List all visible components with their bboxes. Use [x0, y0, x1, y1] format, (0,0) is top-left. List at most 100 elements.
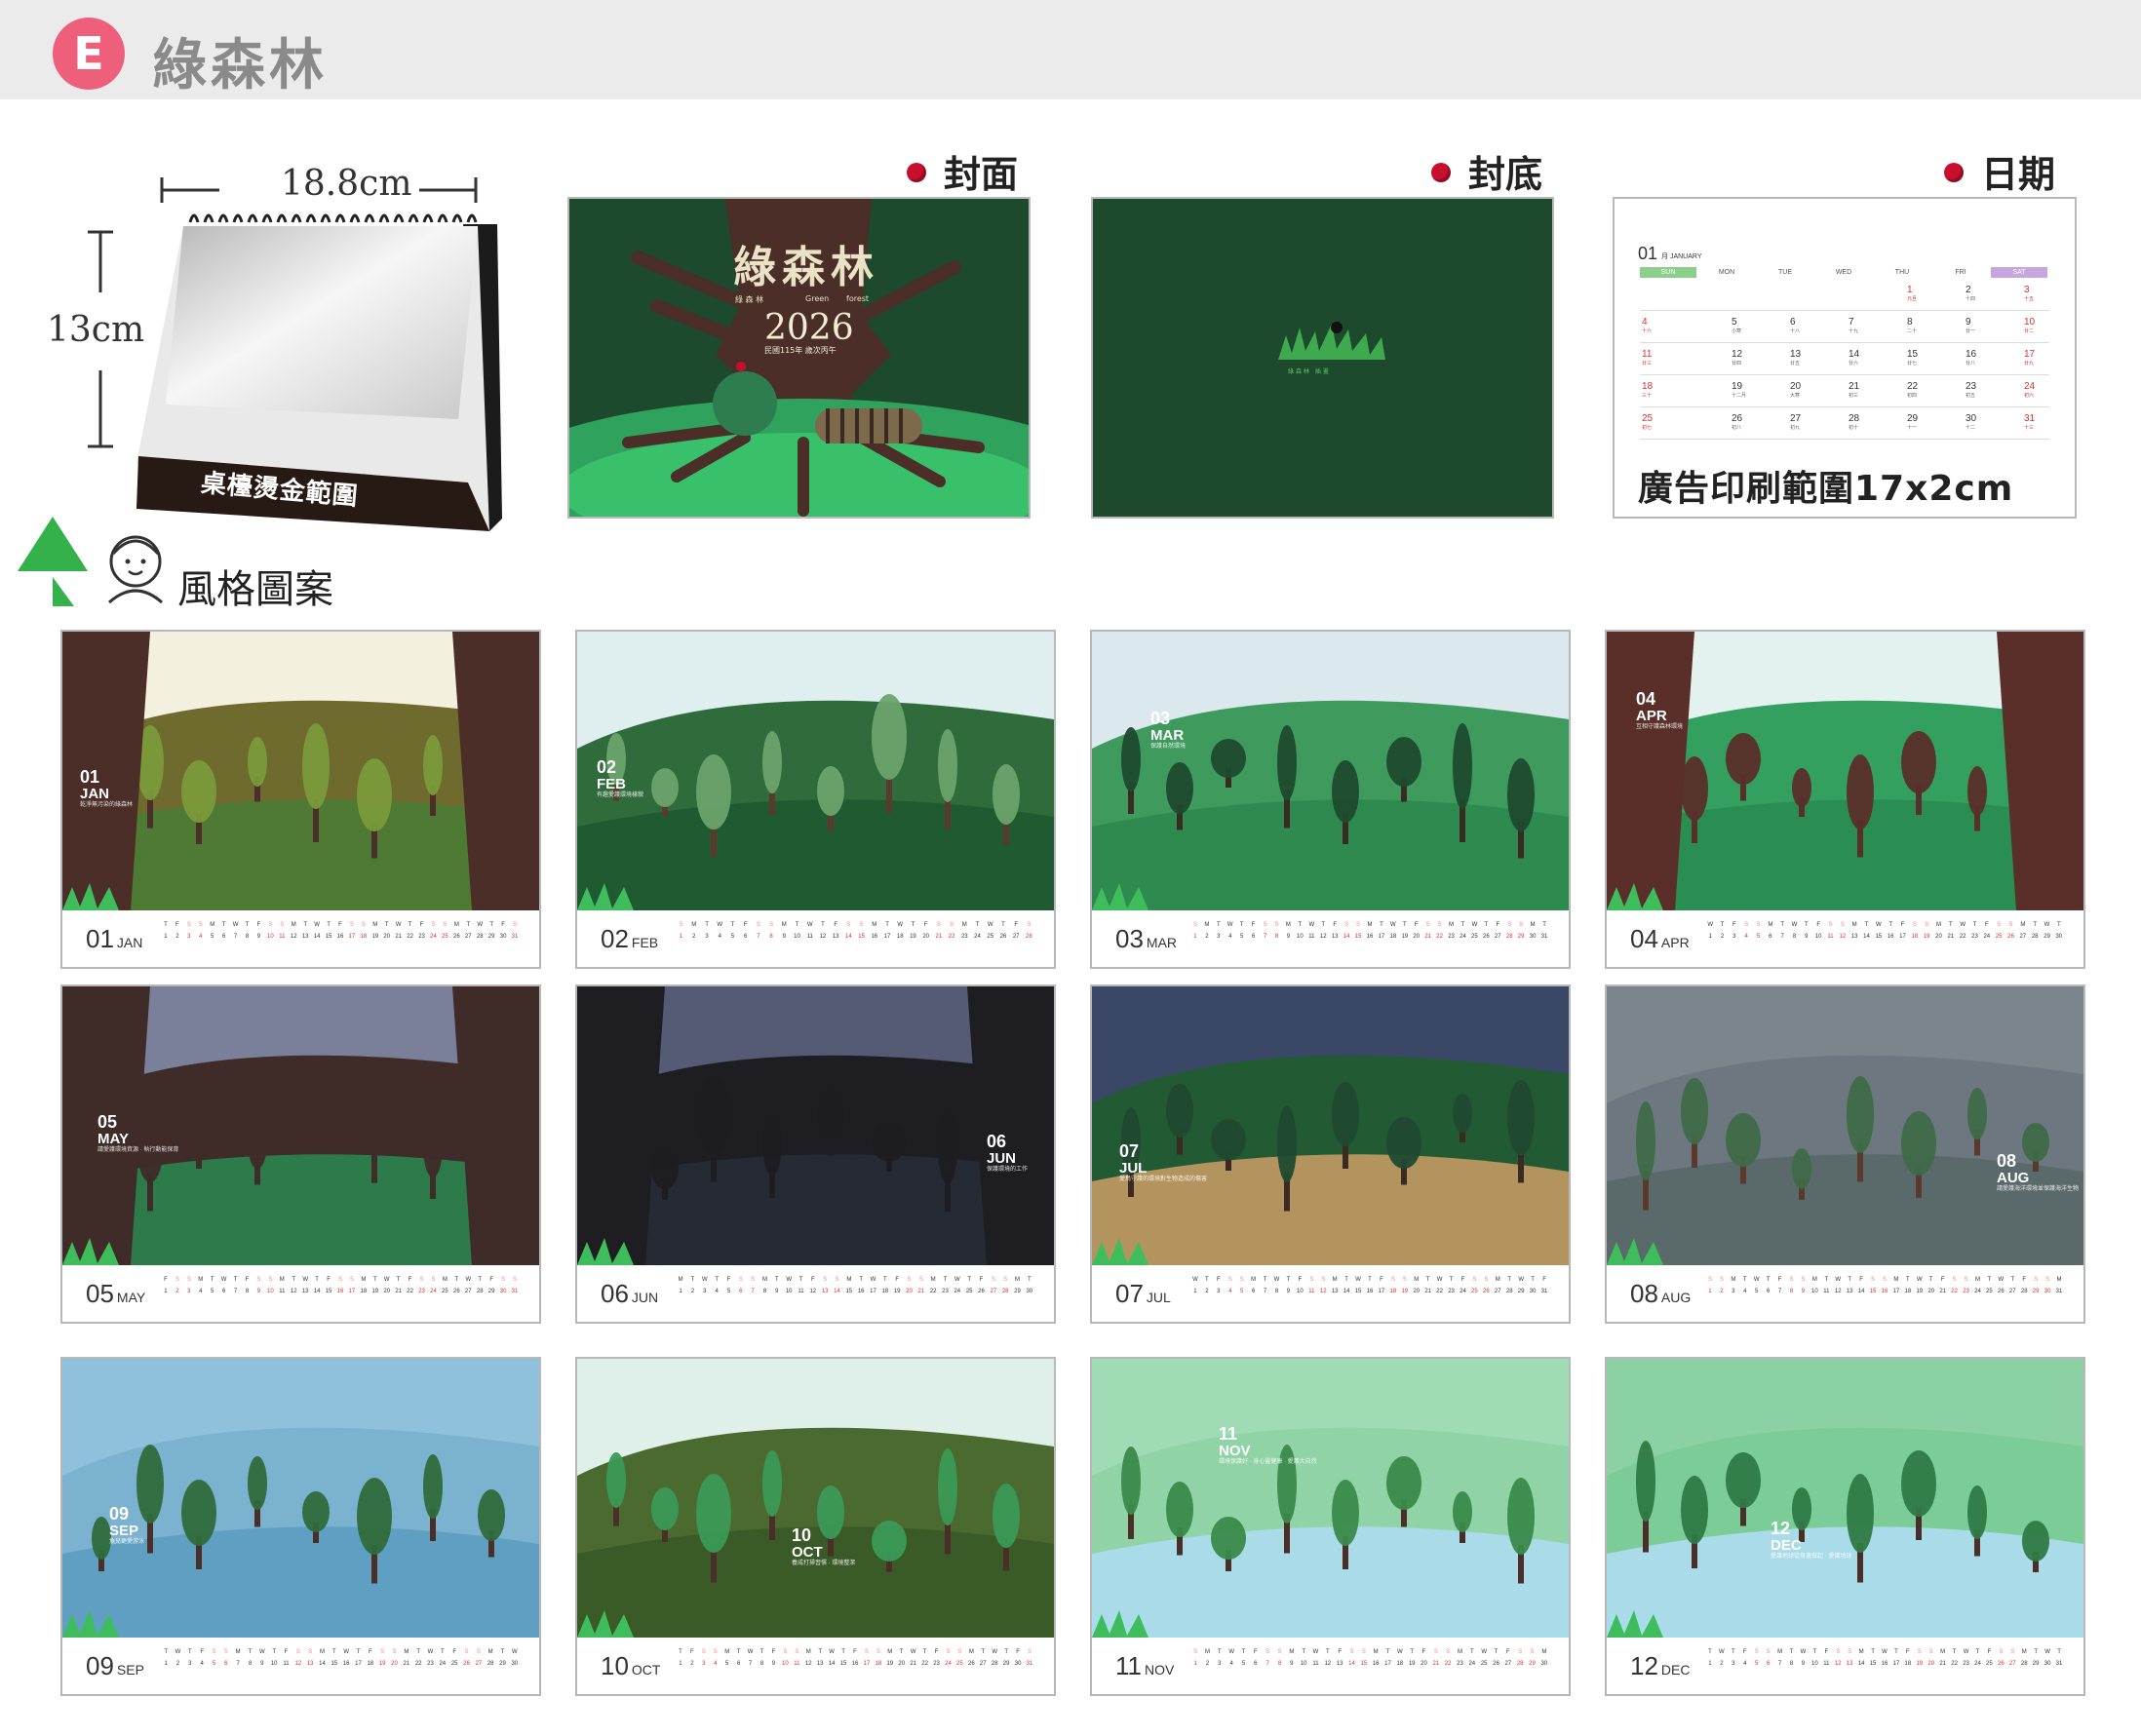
day-number: 7: [233, 934, 238, 940]
day-number: 26: [1997, 1661, 2005, 1667]
date-number: 28: [1849, 413, 1860, 424]
month-illustration: 12 DEC 愛護地球從身邊做起 · 愛護地球: [1607, 1359, 2083, 1638]
day-number: 13: [832, 934, 839, 940]
day-number: 16: [1366, 1289, 1374, 1294]
day-number: 2: [175, 934, 179, 940]
day-number: 27: [1012, 934, 1020, 940]
lunar-date: 廿二: [2024, 328, 2035, 334]
day-strip: W 1 T 2 F 3 S 4 S 5 M 6 T 7 W 8 T 9 F 10 S 11 S 12 M 13 T 14 W 15 T 16 F…: [1189, 1277, 1550, 1306]
day-number: 22: [1951, 1289, 1958, 1294]
day-number: 19: [910, 934, 916, 940]
weekday-letter: M: [1251, 1277, 1257, 1283]
day-number: 11: [283, 1661, 290, 1667]
day-number: 1: [1193, 934, 1197, 940]
weekday-letter: S: [1192, 922, 1197, 928]
weekday-letter: W: [701, 1277, 708, 1283]
day-number: 29: [1517, 934, 1525, 940]
art-month-abbr: DEC: [1771, 1536, 1802, 1554]
month-illustration: 09 SEP 魚兒更愛游泳: [62, 1359, 539, 1638]
day-number: 16: [336, 1289, 344, 1294]
art-month-abbr: APR: [1636, 707, 1667, 724]
date-cell: 2 十四: [1966, 285, 1991, 302]
day-number: 4: [1229, 1661, 1233, 1667]
art-caption: 請愛護海洋環境並保護海洋生物: [1997, 1185, 2080, 1192]
day-number: 18: [1389, 934, 1397, 940]
weekday-letter: S: [1274, 922, 1279, 928]
day-number: 23: [427, 1661, 434, 1667]
day-number: 9: [1805, 934, 1809, 940]
weekday-letter: S: [1925, 922, 1929, 928]
weekday-letter: S: [349, 1277, 354, 1283]
day-number: 4: [1743, 1289, 1747, 1294]
day-number: 20: [391, 1661, 398, 1667]
weekday-letter: T: [1217, 1649, 1222, 1655]
weekday-letter: W: [1228, 1649, 1234, 1655]
day-number: 10: [1297, 1289, 1304, 1294]
day-number: 6: [221, 1289, 226, 1294]
cover-subtitle-en-2: forest: [846, 294, 870, 303]
day-number: 27: [475, 1661, 483, 1667]
month-number: 08 AUG: [1630, 1279, 1692, 1308]
weekday-letter: T: [899, 1649, 904, 1655]
day-number: 9: [256, 1289, 261, 1294]
day-number: 9: [1801, 1661, 1806, 1667]
date-cell: 29 十一: [1907, 413, 1932, 431]
day-number: 22: [948, 934, 955, 940]
weekday-letter: M: [198, 1277, 204, 1283]
day-number: 15: [1354, 1289, 1362, 1294]
day-number: 30: [1529, 1289, 1537, 1294]
month-art-label: 05 MAY 請愛護環境資源 · 執行動能保育: [97, 1113, 178, 1153]
month-illustration: 08 AUG 請愛護海洋環境並保護海洋生物: [1607, 986, 2083, 1265]
day-number: 29: [1014, 1289, 1021, 1294]
lunar-date: 初八: [1732, 425, 1742, 431]
day-number: 2: [690, 1661, 694, 1667]
weekday-letter: T: [1708, 1649, 1712, 1655]
day-strip: S 1 M 2 T 3 W 4 T 5 F 6 S 7 S 8 M 9 T 10 W 11 T 12 F 13 S 14 S 15 M 16 T…: [675, 922, 1035, 951]
day-number: 7: [1780, 934, 1784, 940]
weekday-letter: M: [1768, 922, 1773, 928]
day-number: 16: [871, 934, 878, 940]
weekday-letter: T: [736, 1649, 741, 1655]
weekday-letter: T: [1001, 922, 1005, 928]
day-number: 8: [248, 1661, 253, 1667]
date-number: 26: [1732, 413, 1743, 424]
day-number: 25: [450, 1661, 458, 1667]
day-number: 20: [906, 1289, 913, 1294]
weekday-letter: M: [1974, 1277, 1980, 1283]
weekday-letter: F: [164, 1277, 168, 1283]
day-number: 30: [1529, 934, 1537, 940]
weekday-letter: F: [419, 922, 424, 928]
month-number: 09 SEP: [86, 1651, 144, 1680]
date-month-number: 01: [1638, 244, 1658, 263]
weekday-letter: M: [487, 1649, 493, 1655]
month-page-dec: 12 DEC 愛護地球從身邊做起 · 愛護地球 12 DEC T 1 W 2 T 3 F 4 S 5 S 6 M 7…: [1605, 1357, 2085, 1696]
weekday-letter: T: [1780, 922, 1784, 928]
day-number: 12: [1834, 1289, 1842, 1294]
weekday-letter: W: [786, 1277, 792, 1283]
weekday-letter: W: [477, 922, 484, 928]
day-number: 27: [1504, 1661, 1512, 1667]
day-number: 21: [403, 1661, 410, 1667]
day-number: 29: [487, 1289, 495, 1294]
weekday-letter: T: [1469, 1649, 1474, 1655]
weekday-letter: W: [954, 1277, 960, 1283]
weekday-letter: M: [691, 922, 697, 928]
weekday-letter: W: [395, 922, 402, 928]
day-number: 10: [785, 1289, 793, 1294]
weekday-letter: F: [1253, 1649, 1258, 1655]
month-art-label: 02 FEB 有趣愛護環境樣貌: [597, 758, 643, 798]
day-number: 17: [863, 1661, 871, 1667]
forest-scene: [62, 1359, 539, 1638]
day-number: 3: [1732, 1661, 1735, 1667]
day-number: 5: [725, 1661, 729, 1667]
day-number: 1: [164, 1661, 168, 1667]
month-illustration: 07 JUL 愛鳥守護的環境對生物造成的傷害: [1092, 986, 1569, 1265]
weekday-letter: T: [1368, 1277, 1372, 1283]
day-strip: S 1 M 2 T 3 W 4 T 5 F 6 S 7 S 8 M 9 T 10 W 11 T 12 F 13 S 14 S 15 M 16 T…: [1189, 922, 1550, 951]
day-number: 20: [1413, 934, 1421, 940]
weekday-letter: F: [1984, 922, 1989, 928]
day-number: 15: [1360, 1661, 1368, 1667]
day-number: 11: [798, 1289, 804, 1294]
month-illustration: 04 APR 互相守護森林環境: [1607, 632, 2083, 910]
day-number: 3: [1732, 1289, 1735, 1294]
